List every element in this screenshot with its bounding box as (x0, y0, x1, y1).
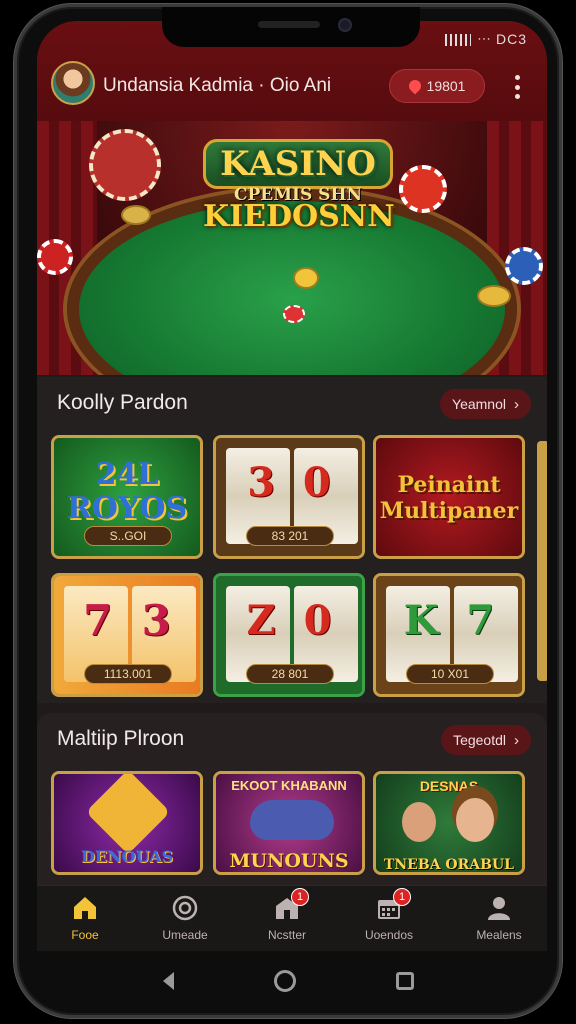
gold-coin (477, 285, 511, 307)
game-tile[interactable]: DESNAS TNEBA ORABUL (373, 771, 525, 875)
casino-chip (399, 165, 447, 213)
page-title: Undansia Kadmia · Oio Ani (103, 75, 332, 96)
tile-subtitle: EKOOT KHABANN (231, 778, 347, 793)
nav-item-profile[interactable]: Mealens (459, 894, 539, 950)
status-text: ᐧᐧᐧ DC3 (477, 31, 527, 47)
tile-title: Peinaint Multipaner (379, 472, 519, 524)
profile-icon (485, 894, 513, 922)
tile-title: 7 3 (83, 596, 171, 645)
nav-label: Fooe (71, 928, 99, 942)
nav-label: Uoendos (364, 928, 414, 942)
game-tile[interactable]: EKOOT KHABANN MUNOUNS (213, 771, 365, 875)
creature-art (250, 800, 334, 840)
avatar[interactable] (51, 61, 95, 105)
calendar-icon: 1 (375, 888, 411, 922)
target-icon (171, 894, 199, 922)
tile-title: 3 0 (247, 459, 331, 506)
see-all-label: Yeamnol (452, 396, 506, 412)
location-pin-icon (406, 77, 424, 95)
game-tile[interactable]: 24L ROYOS S..GOI (51, 435, 203, 559)
section-header-2: Maltiip Plroon Tegeotdl › (37, 713, 547, 765)
home-icon (71, 894, 99, 922)
store-icon: 1 (273, 888, 309, 922)
hero-logo: KASINO CPEMIS SHN KIEDOSNN (203, 139, 395, 259)
back-icon[interactable] (162, 972, 174, 990)
speaker (258, 21, 320, 28)
logo-top-text: KASINO (203, 139, 393, 189)
home-circle-icon[interactable] (273, 970, 296, 992)
notification-badge: 1 (291, 888, 309, 906)
game-tile[interactable]: K 7 10 X01 (373, 573, 525, 697)
nav-label: Umeade (162, 928, 208, 942)
tile-badge: 1113.001 (84, 664, 172, 684)
see-all-button[interactable]: Tegeotdl › (441, 725, 531, 755)
game-tile[interactable]: Z 0 28 801 (213, 573, 365, 697)
nav-item-target[interactable]: Umeade (145, 894, 225, 950)
nav-item-home[interactable]: Fooe (45, 894, 125, 950)
see-all-label: Tegeotdl (453, 732, 506, 748)
section-title: Maltiip Plroon (57, 727, 185, 750)
recent-apps-icon[interactable] (395, 972, 414, 990)
nav-item-store[interactable]: 1 Ncstter (247, 888, 327, 950)
character-art (402, 802, 436, 842)
game-tile[interactable]: 7 3 1113.001 (51, 573, 203, 697)
tile-title: DENOUAS (80, 847, 174, 866)
tile-title: K 7 (403, 597, 495, 644)
front-camera (338, 18, 352, 32)
more-icon[interactable] (513, 75, 521, 99)
chevron-right-icon: › (514, 731, 519, 749)
tile-title: Z 0 (246, 597, 332, 644)
nav-label: Ncstter (267, 928, 306, 942)
tile-subtitle: DESNAS (419, 778, 479, 794)
game-tile[interactable]: 3 0 83 201 (213, 435, 365, 559)
coin-balance: 19801 (426, 78, 466, 94)
tile-badge: S..GOI (84, 526, 172, 546)
game-tile[interactable]: DENOUAS (51, 771, 203, 875)
nav-label: Mealens (476, 928, 522, 942)
roulette-wheel (89, 129, 161, 201)
character-art (456, 798, 494, 842)
section-header-1: Koolly Pardon Yeamnol › (37, 377, 547, 429)
casino-chip (37, 239, 73, 275)
carousel-edge (537, 441, 547, 681)
tile-badge: 28 801 (246, 664, 334, 684)
signal-icon (445, 33, 472, 46)
tile-title: 24L ROYOS (66, 457, 188, 526)
chevron-right-icon: › (514, 395, 519, 413)
hero-banner[interactable]: KASINO CPEMIS SHN KIEDOSNN (37, 121, 547, 375)
gold-coin (293, 267, 319, 289)
notification-badge: 1 (393, 888, 411, 906)
coin-balance-pill[interactable]: 19801 (389, 69, 485, 103)
status-bar: ᐧᐧᐧ DC3 (445, 31, 527, 48)
see-all-button[interactable]: Yeamnol › (440, 389, 531, 419)
logo-main-text: KIEDOSNN (203, 199, 395, 234)
tile-badge: 83 201 (246, 526, 334, 546)
tile-badge: 10 X01 (406, 664, 494, 684)
system-nav-bar (17, 951, 559, 1011)
section-title: Koolly Pardon (57, 391, 188, 414)
phone-frame: ᐧᐧᐧ DC3 Undansia Kadmia · Oio Ani 19801 (14, 4, 562, 1018)
casino-chip (283, 305, 305, 323)
game-tile[interactable]: Peinaint Multipaner (373, 435, 525, 559)
bottom-nav: Fooe Umeade 1 Ncstter 1 Uoendos Mealens (37, 885, 547, 951)
gold-coin (121, 205, 151, 225)
tile-title: TNEBA ORABUL (383, 857, 515, 873)
casino-chip (505, 247, 543, 285)
app-screen: ᐧᐧᐧ DC3 Undansia Kadmia · Oio Ani 19801 (37, 21, 547, 951)
notch (162, 7, 420, 47)
tile-title: MUNOUNS (229, 850, 349, 872)
nav-item-calendar[interactable]: 1 Uoendos (349, 888, 429, 950)
